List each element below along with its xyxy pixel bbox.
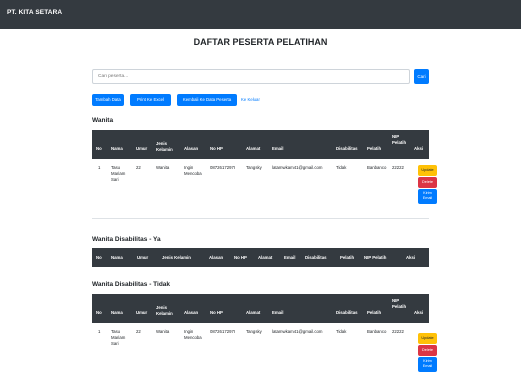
col-header-disabilitas: Disabilitas [336,146,358,151]
col-header-nohp: No HP [234,255,247,260]
send-email-label-1: Kirim [423,191,432,195]
col-header-nip-pelatih: NIP Pelatih [364,255,387,260]
col-header-alamat: Alamat [246,310,261,315]
col-header-aksi: Aksi [414,310,424,315]
send-email-label-1: Kirim [423,359,432,363]
table-row: 1 Tasu Mariam Sari 22 Wanita Ingin Menco… [92,323,437,385]
delete-button[interactable]: Delete [418,177,437,188]
col-header-umur: Umur [136,146,148,151]
search-input[interactable] [92,69,410,84]
cell-email: latamwkam41@gmail.com [272,329,323,334]
cell-alamat: Tangsky [246,329,262,334]
col-header-umur: Umur [137,255,149,260]
col-header-nohp: No HP [210,146,223,151]
col-header-pelatih: Pelatih [340,255,355,260]
cell-nip: 22222 [392,329,404,334]
cell-no: 1 [98,165,101,170]
delete-button[interactable]: Delete [418,345,437,356]
cell-jenis-kelamin: Wanita [156,329,170,334]
col-header-disabilitas: Disabilitas [336,310,358,315]
cell-nama-2: Mariam [111,335,126,340]
cell-nama-3: Sari [111,341,119,346]
col-header-disabilitas: Disabilitas [305,255,327,260]
table-header-disabilitas-tidak: No Nama Umur Jenis Kelamin Alasan No HP … [92,294,429,323]
col-header-nip: NIP [392,298,400,303]
cell-nama-1: Tasu [111,165,121,170]
col-header-nip-pelatih: Pelatih [392,140,407,145]
send-email-button[interactable]: Kirim Email [418,357,437,372]
col-header-jenis-kelamin: Jenis Kelamin [162,255,191,260]
col-header-alasan: Alasan [209,255,224,260]
col-header-email: Email [284,255,296,260]
cell-umur: 22 [136,165,141,170]
col-header-nama: Nama [111,310,123,315]
table-header-disabilitas-ya: No Nama Umur Jenis Kelamin Alasan No HP … [92,248,429,267]
send-email-button[interactable]: Kirim Email [418,189,437,204]
cell-nama-3: Sari [111,177,119,182]
cell-nohp: 0872617297I [210,165,236,170]
send-email-label-2: Email [422,195,433,200]
col-header-pelatih: Pelatih [367,310,382,315]
cell-disabilitas: Tidak [336,165,347,170]
cell-pelatih: Banbanco [367,165,387,170]
cell-nama-2: Mariam [111,171,126,176]
cell-nama-1: Tasu [111,329,121,334]
section-title-disabilitas-tidak: Wanita Disabilitas - Tidak [92,281,171,288]
search-button[interactable]: Cari [414,69,429,84]
section-title-disabilitas-ya: Wanita Disabilitas - Ya [92,236,161,243]
send-email-label-2: Email [422,363,433,368]
cell-umur: 22 [136,329,141,334]
cell-nip: 22222 [392,165,404,170]
col-header-no: No [96,310,102,315]
update-button[interactable]: Update [418,165,437,176]
col-header-alamat: Alamat [258,255,273,260]
col-header-no: No [96,146,102,151]
page-title: DAFTAR PESERTA PELATIHAN [193,37,328,47]
cell-nohp: 0872617297I [210,329,236,334]
navbar: PT. KITA SETARA [0,0,521,29]
col-header-jenis: Jenis [156,141,167,146]
logout-link[interactable]: Ke Keluar [241,97,260,102]
update-button[interactable]: Update [418,333,437,344]
col-header-umur: Umur [136,310,148,315]
cell-alasan-1: Ingin [184,329,194,334]
col-header-aksi: Aksi [414,146,424,151]
col-header-jenis: Jenis [156,305,167,310]
section-title-wanita: Wanita [92,117,114,124]
cell-jenis-kelamin: Wanita [156,165,170,170]
table-header-wanita: No Nama Umur Jenis Kelamin Alasan No HP … [92,130,429,159]
cell-disabilitas: Tidak [336,329,347,334]
cell-alasan-1: Ingin [184,165,194,170]
cell-alasan-2: Mencoba [184,171,202,176]
col-header-kelamin: Kelamin [156,147,173,152]
col-header-nip-pelatih: Pelatih [392,304,407,309]
cell-no: 1 [98,329,101,334]
add-data-button[interactable]: Tambah Data [92,94,124,106]
col-header-aksi: Aksi [406,255,416,260]
col-header-nama: Nama [111,146,123,151]
cell-pelatih: Banbanco [367,329,387,334]
cell-email: latamwkam41@gmail.com [272,165,323,170]
col-header-nip: NIP [392,134,400,139]
back-to-participants-button[interactable]: Kembali Ke Data Peserta [177,94,237,106]
col-header-pelatih: Pelatih [367,146,382,151]
col-header-alamat: Alamat [246,146,261,151]
col-header-nohp: No HP [210,310,223,315]
cell-alamat: Tangsky [246,165,262,170]
col-header-no: No [96,255,102,260]
cell-alasan-2: Mencoba [184,335,202,340]
col-header-kelamin: Kelamin [156,311,173,316]
col-header-email: Email [272,146,284,151]
col-header-nama: Nama [111,255,123,260]
col-header-alasan: Alasan [184,146,199,151]
col-header-alasan: Alasan [184,310,199,315]
brand-link[interactable]: PT. KITA SETARA [7,9,62,16]
table-row: 1 Tasu Mariam Sari 22 Wanita Ingin Menco… [92,159,437,219]
print-excel-button[interactable]: Print Ke Excel [130,94,171,106]
col-header-email: Email [272,310,284,315]
